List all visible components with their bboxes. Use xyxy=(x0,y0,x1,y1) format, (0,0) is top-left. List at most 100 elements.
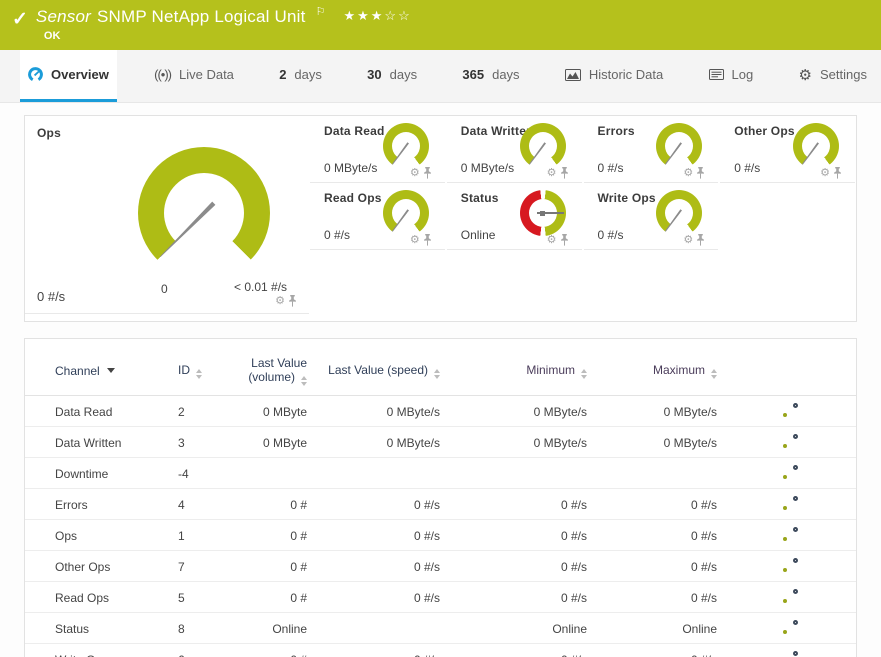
minimum-value: 0 MByte/s xyxy=(440,427,587,458)
sensor-header: ✓ SensorSNMP NetApp Logical Unit ⚐ ★★★☆☆… xyxy=(0,0,881,50)
gear-icon[interactable]: ⚙ xyxy=(547,235,557,246)
last-value-speed: 0 #/s xyxy=(307,520,440,551)
last-value-speed: 0 MByte/s xyxy=(307,396,440,427)
column-header-last-volume[interactable]: Last Value (volume) xyxy=(248,356,307,384)
sort-icon[interactable] xyxy=(196,369,202,379)
column-header-id[interactable]: ID xyxy=(178,363,190,377)
tab-label: Overview xyxy=(51,67,109,82)
gear-icon[interactable]: ⚙ xyxy=(547,168,557,179)
channel-settings-icon[interactable] xyxy=(783,651,798,657)
gear-icon[interactable]: ⚙ xyxy=(683,235,693,246)
tab-2-days[interactable]: 2 days xyxy=(271,50,330,102)
gauge-value: 0 MByte/s xyxy=(461,161,514,175)
channel-settings-icon[interactable] xyxy=(783,434,798,448)
pin-icon[interactable] xyxy=(833,167,842,179)
gauge-dial xyxy=(520,123,566,169)
tab-30-days[interactable]: 30 days xyxy=(359,50,425,102)
gauge-dial xyxy=(793,123,839,169)
pin-icon[interactable] xyxy=(696,234,705,246)
channel-id: 8 xyxy=(178,613,238,644)
tab-log[interactable]: Log xyxy=(701,50,762,102)
gear-icon[interactable]: ⚙ xyxy=(683,168,693,179)
gear-icon[interactable]: ⚙ xyxy=(410,235,420,246)
column-header-maximum[interactable]: Maximum xyxy=(653,363,705,377)
minimum-value: 0 MByte/s xyxy=(440,396,587,427)
maximum-value: 0 #/s xyxy=(587,520,717,551)
last-value-volume xyxy=(238,458,307,489)
tab-label: days xyxy=(294,67,321,82)
channel-id: 7 xyxy=(178,551,238,582)
minimum-value: 0 #/s xyxy=(440,520,587,551)
pin-icon[interactable] xyxy=(423,167,432,179)
tab-label: days xyxy=(390,67,417,82)
channel-settings-icon[interactable] xyxy=(783,620,798,634)
tab-bar: Overview ((•)) Live Data 2 days 30 days … xyxy=(0,50,881,103)
last-value-speed: 0 MByte/s xyxy=(307,427,440,458)
gauge-scale-max: < 0.01 #/s xyxy=(234,280,287,294)
gauge-card-read-ops: Read Ops 0 #/s ⚙ xyxy=(310,183,445,250)
table-row: Ops 1 0 # 0 #/s 0 #/s 0 #/s xyxy=(25,520,856,551)
sort-icon[interactable] xyxy=(301,376,307,386)
tab-label: Live Data xyxy=(179,67,234,82)
channel-settings-icon[interactable] xyxy=(783,558,798,572)
gear-icon[interactable]: ⚙ xyxy=(275,296,285,307)
table-row: Status 8 Online Online Online xyxy=(25,613,856,644)
tab-365-days[interactable]: 365 days xyxy=(454,50,527,102)
gauge-value: 0 #/s xyxy=(324,228,350,242)
channel-settings-icon[interactable] xyxy=(783,589,798,603)
tab-overview[interactable]: Overview xyxy=(20,50,117,102)
sort-desc-icon[interactable] xyxy=(107,368,115,373)
sort-icon[interactable] xyxy=(581,369,587,379)
column-header-last-speed[interactable]: Last Value (speed) xyxy=(328,363,428,377)
gauge-card-data-read: Data Read 0 MByte/s ⚙ xyxy=(310,116,445,183)
last-value-volume: 0 # xyxy=(238,520,307,551)
priority-stars[interactable]: ★★★☆☆ xyxy=(343,8,411,24)
last-value-speed xyxy=(307,458,440,489)
channel-settings-icon[interactable] xyxy=(783,527,798,541)
tab-number: 2 xyxy=(279,67,286,82)
table-row: Other Ops 7 0 # 0 #/s 0 #/s 0 #/s xyxy=(25,551,856,582)
pin-icon[interactable] xyxy=(288,295,297,307)
maximum-value: 0 MByte/s xyxy=(587,396,717,427)
channel-settings-icon[interactable] xyxy=(783,403,798,417)
tab-historic-data[interactable]: Historic Data xyxy=(557,50,671,102)
last-value-speed: 0 #/s xyxy=(307,644,440,657)
sort-icon[interactable] xyxy=(711,369,717,379)
channel-settings-icon[interactable] xyxy=(783,496,798,510)
flag-icon[interactable]: ⚐ xyxy=(316,5,326,18)
channel-name: Errors xyxy=(25,489,178,520)
gauge-card-empty xyxy=(720,183,855,250)
minimum-value xyxy=(440,458,587,489)
column-header-minimum[interactable]: Minimum xyxy=(526,363,575,377)
pin-icon[interactable] xyxy=(560,234,569,246)
status-badge: OK xyxy=(44,30,412,42)
status-gauge-dial xyxy=(520,190,566,236)
gauge-dial xyxy=(383,123,429,169)
gauges-panel: Ops 0 < 0.01 #/s 0 #/s ⚙ Data Read 0 MBy… xyxy=(24,115,857,322)
last-value-volume: 0 MByte xyxy=(238,427,307,458)
gear-icon: ⚙ xyxy=(799,66,812,84)
gear-icon[interactable]: ⚙ xyxy=(820,168,830,179)
tab-number: 30 xyxy=(367,67,381,82)
sensor-name: SNMP NetApp Logical Unit xyxy=(97,7,306,26)
column-header-channel[interactable]: Channel xyxy=(55,364,100,378)
maximum-value: 0 MByte/s xyxy=(587,427,717,458)
table-header-row: Channel ID Last Value (volume) Last Valu… xyxy=(25,339,856,396)
gauge-card-errors: Errors 0 #/s ⚙ xyxy=(584,116,719,183)
gauge-dial xyxy=(383,190,429,236)
gear-icon[interactable]: ⚙ xyxy=(410,168,420,179)
pin-icon[interactable] xyxy=(696,167,705,179)
channel-settings-icon[interactable] xyxy=(783,465,798,479)
gauge-card-data-written: Data Written 0 MByte/s ⚙ xyxy=(447,116,582,183)
pin-icon[interactable] xyxy=(423,234,432,246)
gauge-value: 0 MByte/s xyxy=(324,161,377,175)
gauge-dial-icon xyxy=(28,67,43,82)
tab-settings[interactable]: ⚙ Settings xyxy=(791,50,875,102)
ops-gauge-dial xyxy=(138,147,270,279)
tab-live-data[interactable]: ((•)) Live Data xyxy=(146,50,242,102)
channels-panel: Channel ID Last Value (volume) Last Valu… xyxy=(24,338,857,657)
last-value-speed: 0 #/s xyxy=(307,489,440,520)
pin-icon[interactable] xyxy=(560,167,569,179)
sort-icon[interactable] xyxy=(434,369,440,379)
last-value-speed xyxy=(307,613,440,644)
